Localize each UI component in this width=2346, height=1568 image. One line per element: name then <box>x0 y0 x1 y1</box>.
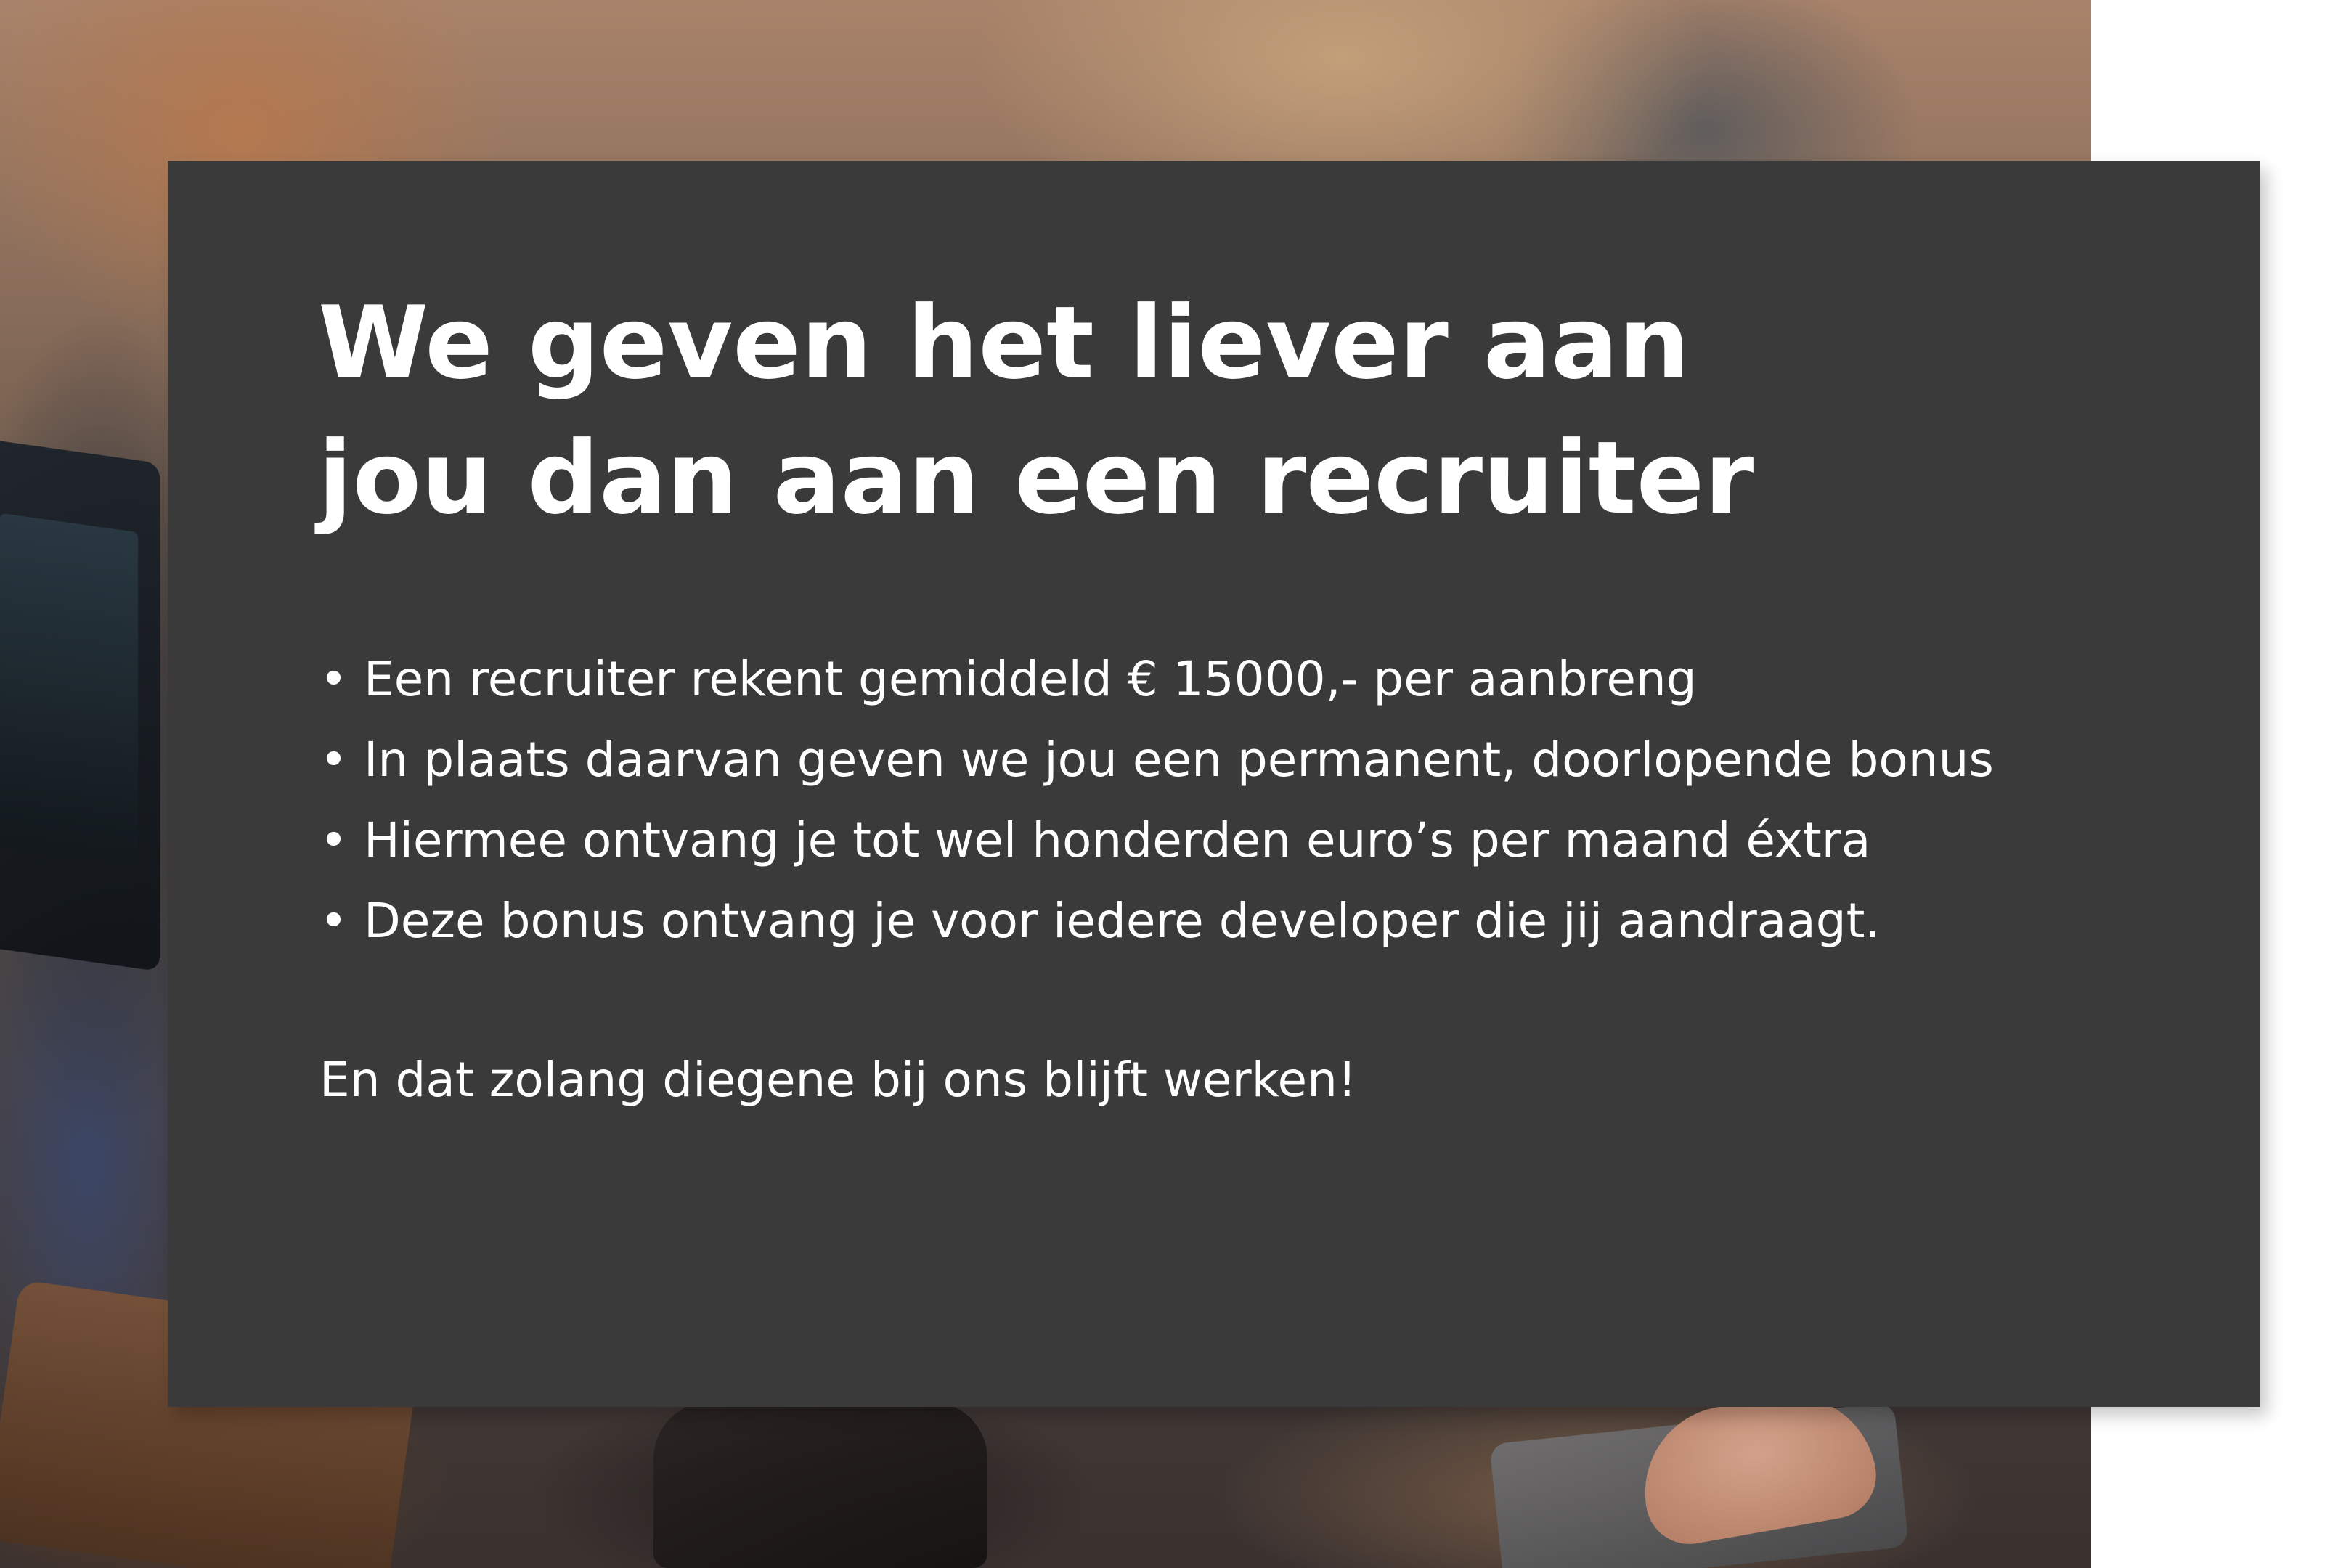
bullet-item: • Een recruiter rekent gemiddeld € 15000,… <box>319 639 2236 719</box>
slide: We geven het liever aan jou dan aan een … <box>0 0 2346 1568</box>
headline: We geven het liever aan jou dan aan een … <box>318 276 2133 546</box>
bullet-item: • In plaats daarvan geven we jou een perm… <box>319 719 2236 800</box>
bullet-text: Hiermee ontvang je tot wel honderden eur… <box>363 812 1871 868</box>
bullet-marker: • <box>319 812 348 868</box>
bullet-marker: • <box>319 651 348 707</box>
laptop-screen-shape <box>0 513 138 867</box>
bullet-list: • Een recruiter rekent gemiddeld € 15000,… <box>319 639 2236 961</box>
closing-text: En dat zolang diegene bij ons blijft wer… <box>319 1052 1357 1108</box>
bullet-marker: • <box>319 893 348 949</box>
headline-line-1: We geven het liever aan <box>318 285 1690 401</box>
bullet-item: • Deze bonus ontvang je voor iedere devel… <box>319 881 2236 961</box>
bullet-text: Deze bonus ontvang je voor iedere develo… <box>363 893 1881 949</box>
bullet-marker: • <box>319 732 348 788</box>
bullet-item: • Hiermee ontvang je tot wel honderden eu… <box>319 800 2236 881</box>
bullet-text: Een recruiter rekent gemiddeld € 15000,-… <box>363 651 1697 707</box>
arm-shape <box>653 1401 987 1568</box>
headline-line-2: jou dan aan een recruiter <box>318 420 1754 536</box>
bullet-text: In plaats daarvan geven we jou een perma… <box>363 732 1994 788</box>
